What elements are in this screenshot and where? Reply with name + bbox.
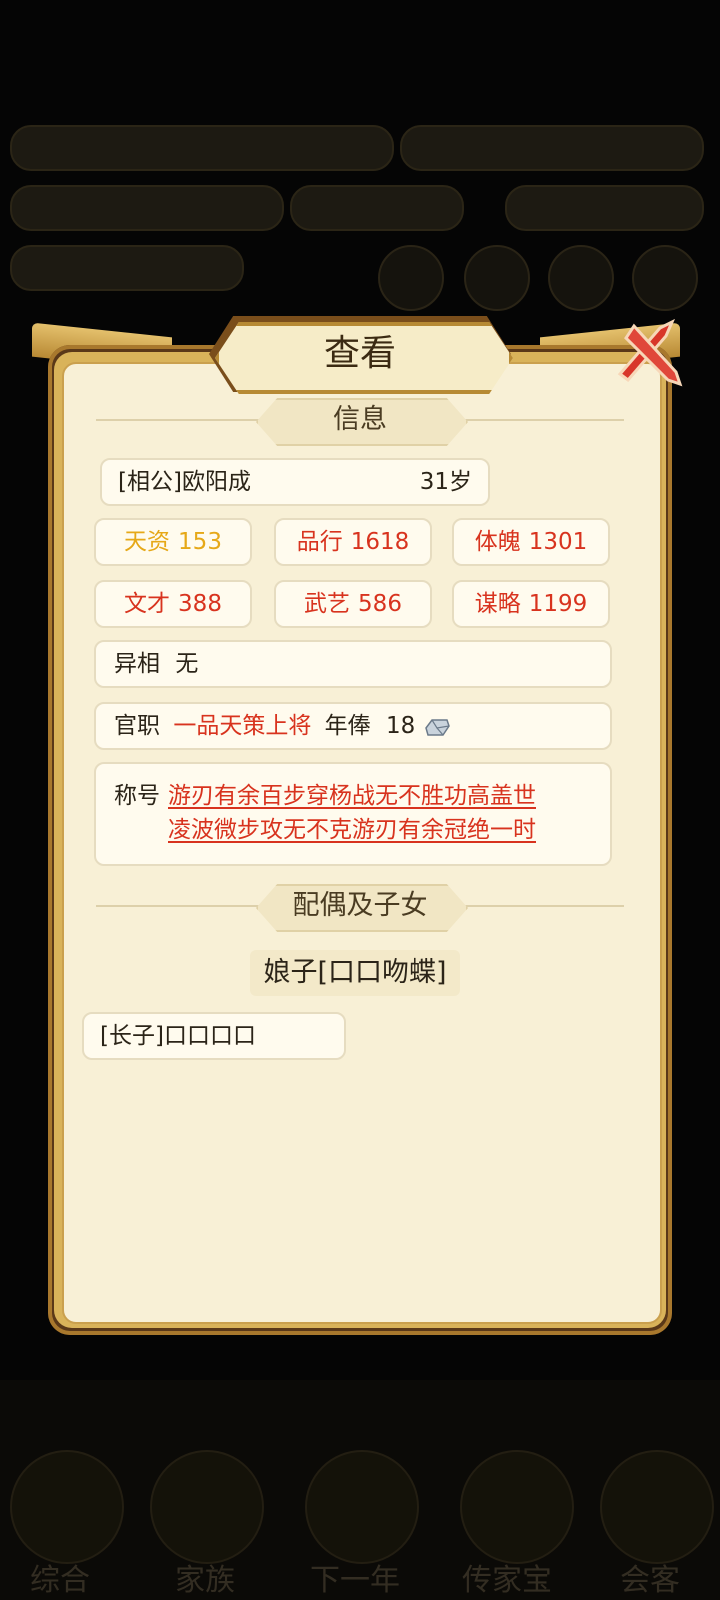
stat-tianzi: 天资 153 xyxy=(94,518,252,566)
salary-value: 18 xyxy=(385,713,416,739)
bg-pill xyxy=(505,185,704,231)
bg-pill xyxy=(10,245,244,291)
salary-label: 年俸 xyxy=(324,713,371,739)
section-header-info: 信息 xyxy=(96,398,624,446)
spouse-name[interactable]: 娘子[口口吻蝶] xyxy=(200,950,510,996)
bg-circle xyxy=(632,245,698,311)
bg-circle xyxy=(548,245,614,311)
bg-nav-circle xyxy=(600,1450,714,1564)
yixiang-value: 无 xyxy=(175,651,199,677)
stat-label: 武艺 xyxy=(304,591,351,617)
stat-value: 1301 xyxy=(528,529,588,555)
stat-pinxing: 品行 1618 xyxy=(274,518,432,566)
nav-label-heirloom: 传家宝 xyxy=(462,1563,552,1598)
bg-nav-circle xyxy=(150,1450,264,1564)
stat-value: 388 xyxy=(178,591,222,617)
nav-label-jiazu: 家族 xyxy=(175,1563,235,1598)
person-age: 31岁 xyxy=(419,469,472,495)
section-title-family: 配偶及子女 xyxy=(292,890,428,921)
stat-value: 1199 xyxy=(528,591,588,617)
stat-value: 1618 xyxy=(350,529,410,555)
stat-wencai: 文才 388 xyxy=(94,580,252,628)
stat-label: 文才 xyxy=(124,591,171,617)
titles-label: 称号 xyxy=(114,783,160,809)
close-icon[interactable] xyxy=(610,318,686,388)
bg-nav-circle xyxy=(460,1450,574,1564)
stat-value: 153 xyxy=(178,529,222,555)
office-row: 官职 一品天策上将 年俸 18 xyxy=(94,702,612,750)
nav-label-zonghe: 综合 xyxy=(30,1563,90,1598)
stat-moulue: 谋略 1199 xyxy=(452,580,610,628)
section-title-info: 信息 xyxy=(333,404,387,435)
bg-nav-circle xyxy=(305,1450,419,1564)
titles-box: 称号 游刃有余百步穿杨战无不胜功高盖世 凌波微步攻无不克游刃有余冠绝一时 xyxy=(94,762,612,866)
person-name: [相公]欧阳成 xyxy=(118,469,251,495)
stat-wuyi: 武艺 586 xyxy=(274,580,432,628)
yixiang-label: 异相 xyxy=(114,651,160,677)
bg-circle xyxy=(464,245,530,311)
stat-label: 体魄 xyxy=(474,529,521,555)
stat-label: 品行 xyxy=(296,529,343,555)
bg-pill xyxy=(290,185,464,231)
bg-pill xyxy=(10,125,394,171)
child-name: [长子]口口口口 xyxy=(100,1023,256,1049)
name-row: [相公]欧阳成 31岁 xyxy=(100,458,490,506)
stat-label: 谋略 xyxy=(474,591,521,617)
yixiang-row: 异相 无 xyxy=(94,640,612,688)
stat-label: 天资 xyxy=(124,529,171,555)
office-label: 官职 xyxy=(114,713,160,739)
section-header-family: 配偶及子女 xyxy=(96,884,624,932)
titles-line-1[interactable]: 游刃有余百步穿杨战无不胜功高盖世 xyxy=(168,776,536,810)
stat-value: 586 xyxy=(358,591,402,617)
bg-nav-circle xyxy=(10,1450,124,1564)
silver-ingot-icon xyxy=(424,718,450,736)
bg-pill xyxy=(10,185,284,231)
stat-tipo: 体魄 1301 xyxy=(452,518,610,566)
bg-pill xyxy=(400,125,704,171)
office-value: 一品天策上将 xyxy=(173,713,312,739)
dialog-title: 查看 xyxy=(323,333,396,374)
nav-label-guests: 会客 xyxy=(620,1563,680,1598)
titles-line-2[interactable]: 凌波微步攻无不克游刃有余冠绝一时 xyxy=(168,810,536,844)
bg-circle xyxy=(378,245,444,311)
nav-label-next-year: 下一年 xyxy=(310,1563,400,1598)
child-item[interactable]: [长子]口口口口 xyxy=(82,1012,346,1060)
